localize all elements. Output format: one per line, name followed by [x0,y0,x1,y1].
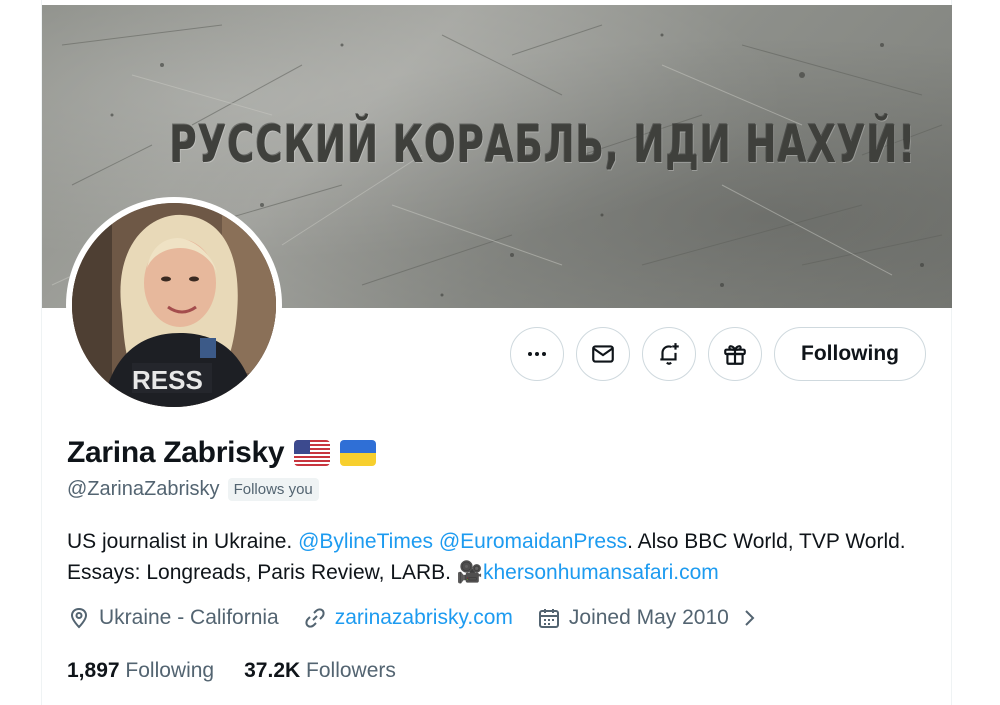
profile-bio: US journalist in Ukraine. @BylineTimes @… [67,526,937,588]
avatar-photo: RESS [72,203,276,407]
website-link[interactable]: zarinazabrisky.com [335,606,513,630]
gift-button[interactable] [708,327,763,381]
joined-text: Joined May 2010 [568,606,729,629]
movie-camera-icon: 🎥 [456,561,483,584]
more-button[interactable] [510,327,565,381]
avatar[interactable]: RESS [66,197,282,413]
ukraine-flag-icon [340,440,377,466]
chevron-right-icon [745,610,755,626]
following-stat[interactable]: 1,897 Following [67,659,214,683]
more-horizontal-icon [528,352,547,356]
profile-card: РУССКИЙ КОРАБЛЬ, ИДИ НАХУЙ! RESS Followi… [41,0,952,705]
bio-mention-bylinetimes[interactable]: @BylineTimes [298,530,433,553]
notify-button[interactable] [642,327,697,381]
followers-stat[interactable]: 37.2K Followers [244,659,396,683]
profile-actions: Following [510,327,926,381]
bio-text-1: US journalist in Ukraine. [67,530,299,553]
following-button[interactable]: Following [774,327,926,381]
profile-name-row: Zarina Zabrisky [67,436,377,470]
message-button[interactable] [576,327,631,381]
envelope-icon [592,345,614,363]
banner-slogan: РУССКИЙ КОРАБЛЬ, ИДИ НАХУЙ! [169,115,917,175]
bio-link-khersonhumansafari[interactable]: khersonhumansafari.com [483,561,719,584]
following-label: Following [125,659,215,682]
location-item: Ukraine - California [67,606,279,630]
follows-you-badge: Follows you [227,478,319,501]
joined-item[interactable]: Joined May 2010 [537,606,761,630]
profile-handle: @ZarinaZabrisky [67,478,220,500]
followers-count: 37.2K [244,659,301,682]
followers-label: Followers [306,659,396,682]
bio-mention-euromaidanpress[interactable]: @EuromaidanPress [439,530,627,553]
following-count: 1,897 [67,659,120,682]
profile-stats-row: 1,897 Following 37.2K Followers [67,659,396,683]
profile-name: Zarina Zabrisky [67,436,285,469]
profile-handle-row: @ZarinaZabrisky Follows you [67,478,319,501]
bell-plus-icon [660,343,679,365]
location-text: Ukraine - California [99,606,279,629]
us-flag-icon [294,440,331,466]
svg-text:RESS: RESS [132,365,203,395]
website-item[interactable]: zarinazabrisky.com [303,606,513,630]
calendar-icon [538,609,559,628]
link-icon [305,608,325,628]
gift-icon [724,345,746,365]
location-pin-icon [70,607,88,629]
profile-meta-row: Ukraine - California zarinazabrisky.com … [67,606,761,630]
